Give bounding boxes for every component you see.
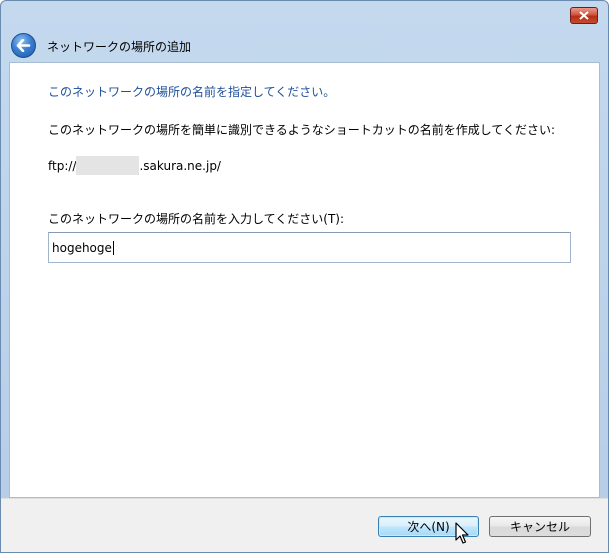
name-field-label: このネットワークの場所の名前を入力してください(T): [48,212,345,226]
url-prefix: ftp:// [48,158,77,173]
next-button[interactable]: 次へ(N) [378,516,479,537]
back-button[interactable] [11,33,36,58]
close-button[interactable] [570,7,598,24]
title-bar[interactable] [1,1,608,29]
name-input-value: hogehoge [52,240,112,255]
wizard-title: ネットワークの場所の追加 [47,40,192,54]
wizard-window: ネットワークの場所の追加 このネットワークの場所の名前を指定してください。 この… [0,0,609,553]
wizard-content: このネットワークの場所の名前を指定してください。 このネットワークの場所を簡単に… [9,62,600,498]
text-caret [112,240,114,255]
wizard-footer: 次へ(N) キャンセル [1,498,608,552]
redacted-host [76,156,140,175]
name-input[interactable]: hogehoge [48,232,571,263]
close-icon [579,11,589,20]
page-heading: このネットワークの場所の名前を指定してください。 [48,85,336,99]
back-arrow-icon [16,39,31,52]
cancel-button[interactable]: キャンセル [489,516,591,537]
url-suffix: .sakura.ne.jp/ [139,158,221,173]
page-description: このネットワークの場所を簡単に識別できるようなショートカットの名前を作成してくだ… [48,123,556,137]
network-url: ftp:// .sakura.ne.jp/ [48,156,221,175]
wizard-header: ネットワークの場所の追加 [1,29,608,62]
